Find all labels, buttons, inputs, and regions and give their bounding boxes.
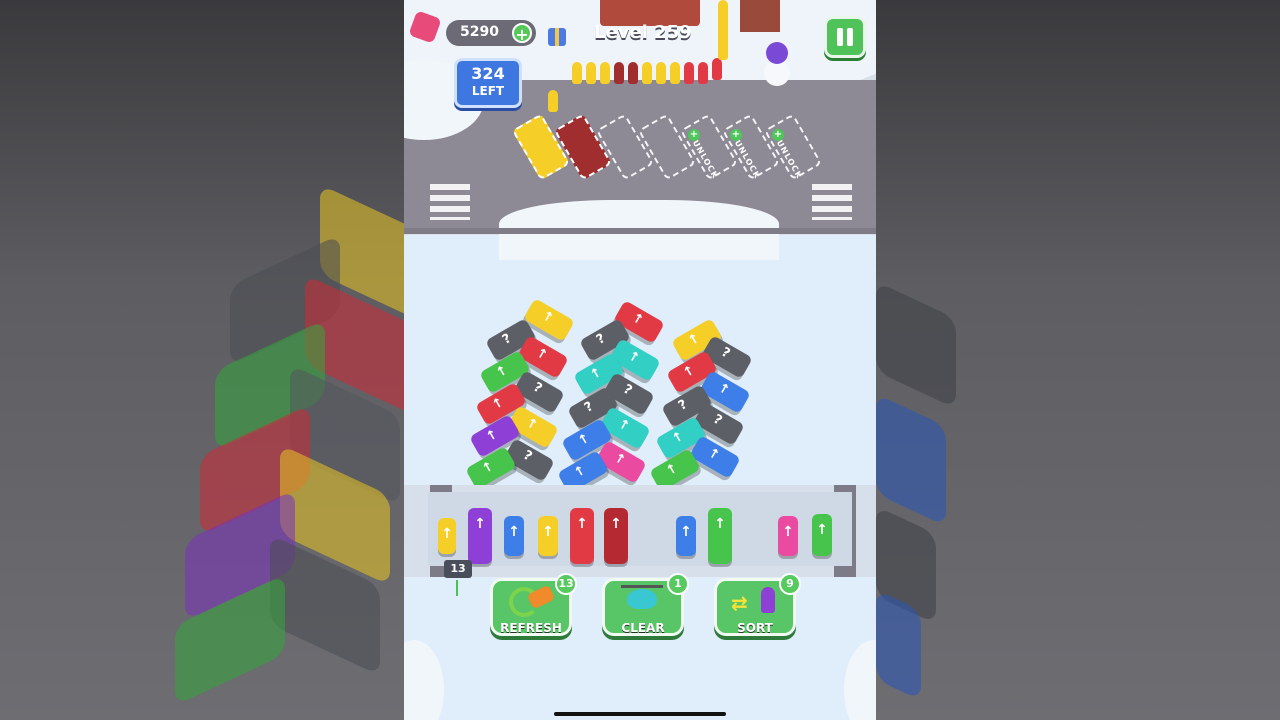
waiting-car-green[interactable]: ↑ — [812, 514, 832, 556]
bus-green[interactable]: ↑ — [465, 446, 517, 490]
waiting-car-pink[interactable]: ↑ — [778, 516, 798, 556]
waiting-car-yellow[interactable]: ↑ — [438, 518, 456, 554]
person-yellow — [572, 62, 582, 84]
helicopter-icon — [627, 589, 657, 609]
clear-button[interactable]: CLEAR 1 — [602, 573, 689, 636]
lane-count-badge: 13 — [444, 560, 472, 578]
crosswalk-left — [430, 184, 470, 220]
remaining-count: 324 — [471, 64, 505, 83]
pause-button[interactable] — [824, 16, 866, 58]
person-red — [628, 62, 638, 84]
person-yellow — [600, 62, 610, 84]
waiting-car-blue[interactable]: ↑ — [504, 516, 524, 556]
waiting-car-blue[interactable]: ↑ — [676, 516, 696, 556]
sort-label: SORT — [737, 621, 773, 635]
snow-corner-left — [404, 640, 444, 720]
person-red — [614, 62, 624, 84]
waiting-bus-red[interactable]: ↑ — [570, 508, 594, 564]
snowman-hat-icon — [766, 42, 788, 64]
coin-value: 5290 — [460, 24, 499, 40]
rotor-icon — [621, 585, 663, 588]
refresh-label: REFRESH — [500, 621, 562, 635]
lane-count-arrow-icon — [456, 580, 458, 596]
bus-board: ↑ ? ↑ ? ↑ ? ↑ ↑ ↑ ↑ ↑ ↑ ? ↑ ? ? ? ? ↑ ↑ … — [464, 298, 824, 494]
sort-count: 9 — [779, 573, 801, 595]
person-yellow — [586, 62, 596, 84]
building-door — [740, 0, 780, 32]
level-title: Level 259 — [594, 22, 692, 43]
person-red — [712, 58, 722, 80]
add-coins-icon[interactable]: + — [512, 23, 532, 44]
remaining-label: LEFT — [471, 84, 505, 98]
gift-icon[interactable] — [548, 28, 566, 46]
game-screen: + + + UNLOCK UNLOCK UNLOCK 5290 + Level … — [404, 0, 876, 720]
swap-arrows-icon: ⇄ — [731, 591, 748, 615]
home-indicator[interactable] — [554, 712, 726, 716]
waiting-bus-green[interactable]: ↑ — [708, 508, 732, 564]
sort-button[interactable]: ⇄ SORT 9 — [714, 573, 801, 636]
crosswalk-right — [812, 184, 852, 220]
scene-divider — [404, 228, 876, 234]
waiting-bus-darkred[interactable]: ↑ — [604, 508, 628, 564]
person-yellow — [642, 62, 652, 84]
snow-corner-right — [844, 640, 876, 720]
refresh-count: 13 — [555, 573, 577, 595]
background-left — [0, 0, 404, 720]
clear-label: CLEAR — [621, 621, 665, 635]
waiting-bus-purple[interactable]: ↑ — [468, 508, 492, 564]
background-right — [876, 0, 1280, 720]
remaining-counter: 324 LEFT — [454, 58, 522, 108]
coin-counter: 5290 + — [446, 20, 536, 46]
person-red — [698, 62, 708, 84]
person-icon — [761, 587, 775, 613]
clear-count: 1 — [667, 573, 689, 595]
person-red — [684, 62, 694, 84]
refresh-button[interactable]: REFRESH 13 — [490, 573, 577, 636]
bg-bus-blue-r — [876, 393, 946, 527]
waiting-car-yellow[interactable]: ↑ — [538, 516, 558, 556]
person-yellow — [670, 62, 680, 84]
person-walking — [548, 90, 558, 112]
person-yellow — [656, 62, 666, 84]
person-column — [718, 0, 728, 60]
bg-bus-gray-r — [876, 281, 956, 409]
